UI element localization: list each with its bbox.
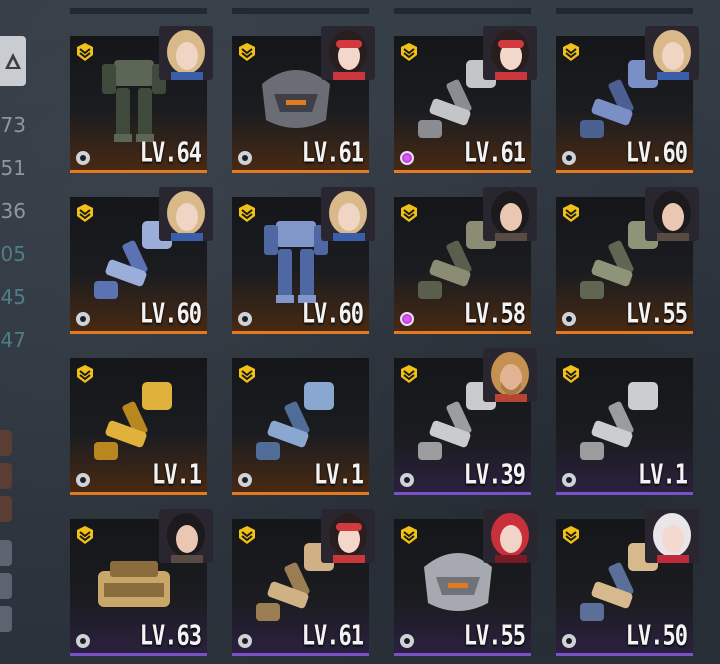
side-tab-2[interactable]: [0, 463, 12, 489]
side-stat-6: 47: [0, 328, 26, 352]
part-level: LV.61: [301, 620, 364, 652]
rarity-bar: [70, 170, 207, 173]
part-level: LV.60: [301, 298, 364, 330]
pilot-portrait: [159, 187, 213, 241]
rarity-bar: [70, 653, 207, 656]
empty-gem-slot-icon: [562, 634, 576, 648]
part-level: LV.1: [152, 459, 202, 491]
part-level: LV.50: [625, 620, 688, 652]
empty-gem-slot-icon: [562, 312, 576, 326]
part-level: LV.60: [625, 137, 688, 169]
rarity-bar: [232, 653, 369, 656]
prev-row-edge: [556, 8, 693, 14]
empty-gem-slot-icon: [76, 151, 90, 165]
empty-gem-slot-icon: [562, 473, 576, 487]
side-tab-6[interactable]: [0, 606, 12, 632]
side-panel: 73 51 36 05 45 47: [0, 0, 40, 664]
rarity-bar: [232, 170, 369, 173]
mech-part-card[interactable]: LV.60: [70, 187, 213, 334]
empty-gem-slot-icon: [400, 473, 414, 487]
mech-part-card[interactable]: LV.60: [556, 26, 699, 173]
mech-part-card[interactable]: LV.1: [556, 358, 693, 495]
side-stat-4: 05: [0, 242, 26, 266]
empty-gem-slot-icon: [238, 473, 252, 487]
side-stat-5: 45: [0, 285, 26, 309]
part-level: LV.63: [139, 620, 202, 652]
side-stat-3: 36: [0, 199, 26, 223]
triangle-logo-icon: [5, 53, 21, 69]
part-level: LV.61: [301, 137, 364, 169]
empty-gem-slot-icon: [400, 634, 414, 648]
mech-part-card[interactable]: LV.63: [70, 509, 213, 656]
pilot-portrait: [483, 509, 537, 563]
empty-gem-slot-icon: [562, 151, 576, 165]
prev-row-edge: [232, 8, 369, 14]
filter-logo-icon[interactable]: [0, 36, 26, 86]
rarity-bar: [70, 492, 207, 495]
rarity-bar: [394, 492, 531, 495]
rarity-bar: [394, 653, 531, 656]
pilot-portrait: [159, 509, 213, 563]
side-tab-1[interactable]: [0, 430, 12, 456]
mech-arm-image: [246, 376, 346, 468]
part-level: LV.55: [625, 298, 688, 330]
part-level: LV.55: [463, 620, 526, 652]
side-tab-3[interactable]: [0, 496, 12, 522]
empty-gem-slot-icon: [238, 312, 252, 326]
part-level: LV.64: [139, 137, 202, 169]
mech-part-card[interactable]: LV.64: [70, 26, 213, 173]
part-level: LV.60: [139, 298, 202, 330]
empty-gem-slot-icon: [76, 473, 90, 487]
empty-gem-slot-icon: [76, 634, 90, 648]
empty-gem-slot-icon: [238, 634, 252, 648]
prev-row-edge: [70, 8, 207, 14]
rarity-bar: [556, 170, 693, 173]
mech-part-card[interactable]: LV.60: [232, 187, 375, 334]
side-tab-5[interactable]: [0, 573, 12, 599]
rarity-bar: [232, 492, 369, 495]
mech-arm-image: [570, 376, 670, 468]
pilot-portrait: [321, 187, 375, 241]
prev-row-edge: [394, 8, 531, 14]
side-stat-1: 73: [0, 113, 26, 137]
pilot-portrait: [321, 26, 375, 80]
side-stat-2: 51: [0, 156, 26, 180]
pilot-portrait: [483, 187, 537, 241]
side-tab-4[interactable]: [0, 540, 12, 566]
rarity-bar: [394, 170, 531, 173]
part-level: LV.1: [638, 459, 688, 491]
part-level: LV.58: [463, 298, 526, 330]
part-level: LV.61: [463, 137, 526, 169]
mech-part-card[interactable]: LV.61: [232, 509, 375, 656]
pilot-portrait: [645, 187, 699, 241]
mech-part-card[interactable]: LV.1: [232, 358, 369, 495]
pilot-portrait: [321, 509, 375, 563]
mech-part-card[interactable]: LV.55: [394, 509, 537, 656]
pilot-portrait: [483, 348, 537, 402]
part-level: LV.1: [314, 459, 364, 491]
equipped-gem-slot-icon: [400, 312, 414, 326]
mech-part-card[interactable]: LV.61: [232, 26, 375, 173]
mech-part-card[interactable]: LV.50: [556, 509, 699, 656]
empty-gem-slot-icon: [76, 312, 90, 326]
mech-arm-image: [84, 376, 184, 468]
rarity-bar: [232, 331, 369, 334]
equipped-gem-slot-icon: [400, 151, 414, 165]
mech-part-card[interactable]: LV.58: [394, 187, 537, 334]
rarity-bar: [556, 492, 693, 495]
rarity-bar: [556, 653, 693, 656]
pilot-portrait: [159, 26, 213, 80]
mech-part-card[interactable]: LV.61: [394, 26, 537, 173]
empty-gem-slot-icon: [238, 151, 252, 165]
mech-part-card[interactable]: LV.1: [70, 358, 207, 495]
mech-part-card[interactable]: LV.55: [556, 187, 699, 334]
mech-part-card[interactable]: LV.39: [394, 348, 537, 495]
pilot-portrait: [645, 26, 699, 80]
part-level: LV.39: [463, 459, 526, 491]
pilot-portrait: [483, 26, 537, 80]
rarity-bar: [394, 331, 531, 334]
rarity-bar: [556, 331, 693, 334]
rarity-bar: [70, 331, 207, 334]
pilot-portrait: [645, 509, 699, 563]
